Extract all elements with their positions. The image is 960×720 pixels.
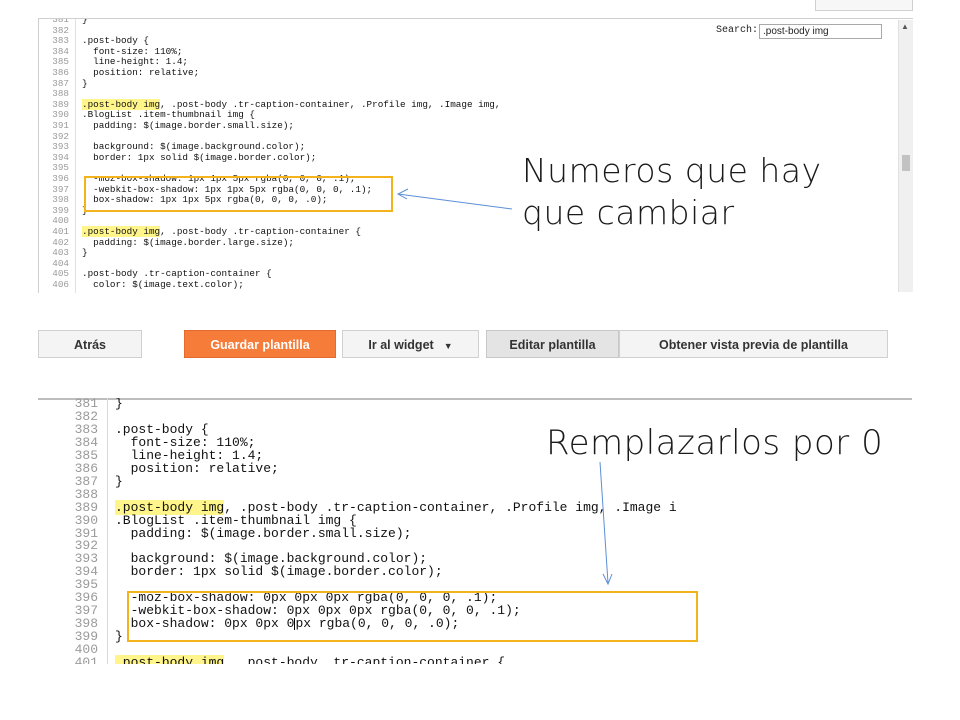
code-text: padding: $(image.border.small.size);	[115, 525, 412, 541]
code-segment: font-size: 110%;	[82, 45, 183, 57]
line-number: 391	[52, 120, 69, 131]
search-input[interactable]: .post-body img	[759, 24, 882, 39]
code-line[interactable]: 387}	[38, 475, 912, 488]
code-text: position: relative;	[115, 462, 279, 475]
code-segment: , .post-body .tr-caption-container {	[160, 226, 361, 237]
search-match: .post-body img	[82, 98, 161, 110]
code-segment: position: relative;	[82, 67, 200, 78]
code-segment: .BlogList .item-thumbnail img {	[82, 109, 255, 121]
code-segment: }	[82, 247, 88, 259]
scroll-up-icon[interactable]: ▲	[901, 22, 909, 31]
highlight-box-bottom	[127, 591, 698, 642]
code-segment: }	[115, 629, 123, 645]
chevron-down-icon: ▼	[443, 340, 453, 351]
line-number: 390	[74, 512, 98, 528]
code-line[interactable]: 381}	[38, 398, 912, 410]
line-number: 384	[74, 434, 98, 450]
line-number: 401	[52, 226, 69, 237]
code-segment: }	[82, 77, 88, 89]
code-text: border: 1px solid $(image.border.color);	[115, 565, 443, 578]
go-to-widget-button[interactable]: Ir al widget ▼	[342, 330, 479, 358]
code-text: }	[115, 630, 123, 643]
editor-scrollbar[interactable]: ▲	[898, 20, 913, 292]
code-segment: padding: $(image.border.small.size);	[82, 120, 295, 131]
search-label: Search:	[716, 25, 759, 36]
preview-template-button[interactable]: Obtener vista previa de plantilla	[619, 330, 888, 358]
code-segment: , .post-body .tr-caption-container, .Pro…	[160, 98, 501, 110]
code-text: }	[82, 247, 88, 259]
code-text: }	[82, 18, 88, 26]
line-number: 387	[74, 473, 98, 489]
code-segment: padding: $(image.border.large.size);	[82, 236, 295, 248]
code-line[interactable]: 403}	[39, 247, 913, 259]
code-text: .post-body img, .post-body .tr-caption-c…	[115, 655, 506, 664]
code-segment: line-height: 1.4;	[82, 56, 189, 68]
save-template-button[interactable]: Guardar plantilla	[184, 330, 336, 358]
code-segment: , .post-body .tr-caption-container {	[224, 655, 506, 664]
code-line[interactable]: 401 .post-body img, .post-body .tr-captio…	[38, 655, 912, 664]
code-text: border: 1px solid $(image.border.color);	[82, 151, 317, 164]
code-text: color: $(image.text.color);	[82, 279, 244, 291]
code-segment: }	[115, 473, 123, 489]
line-number: 388	[74, 486, 98, 502]
edit-template-button[interactable]: Editar plantilla	[486, 330, 619, 358]
search-match: .post-body img	[82, 226, 161, 237]
code-line[interactable]: 394 border: 1px solid $(image.border.col…	[38, 565, 912, 578]
code-segment: border: 1px solid $(image.border.color);	[82, 151, 317, 163]
line-number: 383	[74, 421, 98, 437]
line-number: 406	[52, 279, 69, 290]
line-number: 386	[74, 460, 98, 476]
code-line[interactable]: 391 padding: $(image.border.small.size);	[38, 527, 912, 540]
code-segment: border: 1px solid $(image.border.color);	[115, 564, 443, 580]
code-segment: background: $(image.background.color);	[82, 141, 306, 153]
code-line[interactable]: 387}	[39, 77, 913, 90]
annotation-top: Numeros que hay que cambiar	[522, 151, 822, 232]
annotation-bottom: Remplazarlos por 0	[546, 423, 884, 463]
code-text: }	[82, 77, 88, 90]
line-number: 389	[74, 499, 98, 515]
code-segment: position: relative;	[115, 460, 279, 476]
code-segment: .post-body {	[82, 35, 149, 47]
code-segment: }	[82, 18, 88, 25]
code-text: padding: $(image.border.small.size);	[82, 120, 295, 132]
code-segment: color: $(image.text.color);	[82, 279, 244, 290]
line-number: 382	[74, 408, 98, 424]
line-number: 396	[52, 173, 69, 184]
search-match: .post-body img	[115, 655, 225, 664]
back-button[interactable]: Atrás	[38, 330, 142, 358]
code-text: padding: $(image.border.large.size);	[82, 236, 295, 249]
code-text: }	[115, 475, 123, 488]
line-number: 385	[74, 447, 98, 463]
code-segment: padding: $(image.border.small.size);	[115, 525, 412, 541]
line-number: 401	[74, 655, 98, 664]
code-text: position: relative;	[82, 67, 200, 79]
code-line[interactable]: 406 color: $(image.text.color);	[39, 279, 913, 291]
go-to-widget-label: Ir al widget	[368, 338, 434, 352]
code-line[interactable]: 386 position: relative;	[39, 67, 913, 79]
line-number: 386	[52, 67, 69, 78]
scrollbar-thumb[interactable]	[902, 155, 910, 171]
code-segment: .post-body .tr-caption-container {	[82, 268, 272, 280]
code-text: }	[115, 398, 123, 410]
code-line[interactable]: 391 padding: $(image.border.small.size);	[39, 120, 913, 132]
code-line[interactable]: 402 padding: $(image.border.large.size);	[39, 236, 913, 249]
highlight-box-top	[84, 176, 393, 212]
window-frame-edge	[815, 0, 913, 11]
